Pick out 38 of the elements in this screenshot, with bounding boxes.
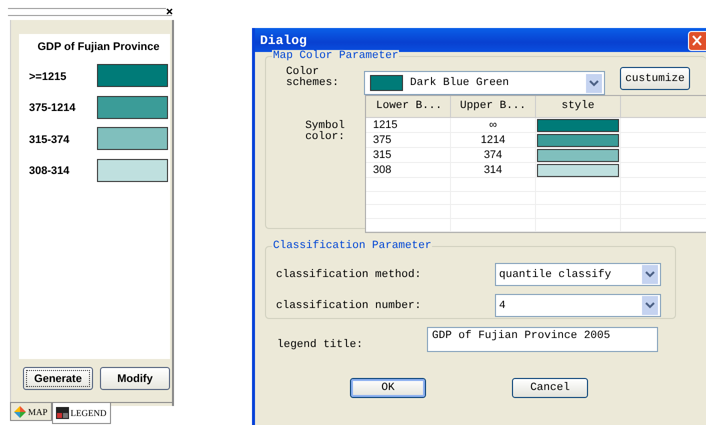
table-cell: 374 xyxy=(451,148,536,162)
dialog-button[interactable]: OK xyxy=(350,378,426,398)
field-label: classification number: xyxy=(276,300,422,312)
column-header[interactable]: Lower B... xyxy=(366,96,451,117)
group-title: Map Color Parameter xyxy=(272,50,400,62)
legend-label: 308-314 xyxy=(29,165,70,178)
column-header[interactable]: style xyxy=(536,96,621,117)
table-cell: 1214 xyxy=(451,133,536,147)
number-dropdown[interactable]: 4 xyxy=(495,294,661,317)
legend-icon xyxy=(56,407,69,419)
scheme-dropdown[interactable]: Dark Blue Green xyxy=(364,71,605,95)
method-dropdown[interactable]: quantile classify xyxy=(495,263,661,286)
panel-button[interactable]: Modify xyxy=(100,367,170,390)
close-icon[interactable] xyxy=(166,8,173,15)
field-label: classification method: xyxy=(276,268,422,280)
legend-title-field[interactable]: GDP of Fujian Province 2005 xyxy=(427,327,658,352)
table-cell: 375 xyxy=(366,133,451,147)
panel-grip[interactable] xyxy=(8,8,172,16)
customize-button[interactable]: custumize xyxy=(620,67,690,90)
field-label: legend title: xyxy=(277,338,364,350)
diamond-icon xyxy=(14,406,26,418)
table-cell: 1215 xyxy=(366,118,451,132)
legend-label: >=1215 xyxy=(29,70,66,83)
panel-tab[interactable]: MAP xyxy=(10,403,52,421)
window-title: Dialog xyxy=(260,32,307,48)
table-cell: 314 xyxy=(451,163,536,177)
dialog-button[interactable]: Cancel xyxy=(512,378,588,398)
field-label: Symbol color: xyxy=(304,119,346,145)
panel-tab[interactable]: LEGEND xyxy=(52,403,111,424)
table-cell: 315 xyxy=(366,148,451,162)
table-cell: ∞ xyxy=(451,118,536,132)
table-cell: 308 xyxy=(366,163,451,177)
legend-title: GDP of Fujian Province xyxy=(36,41,161,53)
legend-label: 315-374 xyxy=(29,134,70,146)
field-label: Color schemes: xyxy=(286,67,340,89)
panel-button[interactable]: Generate xyxy=(23,367,93,390)
legend-label: 375-1214 xyxy=(29,102,76,114)
column-header[interactable]: Upper B... xyxy=(451,96,536,117)
